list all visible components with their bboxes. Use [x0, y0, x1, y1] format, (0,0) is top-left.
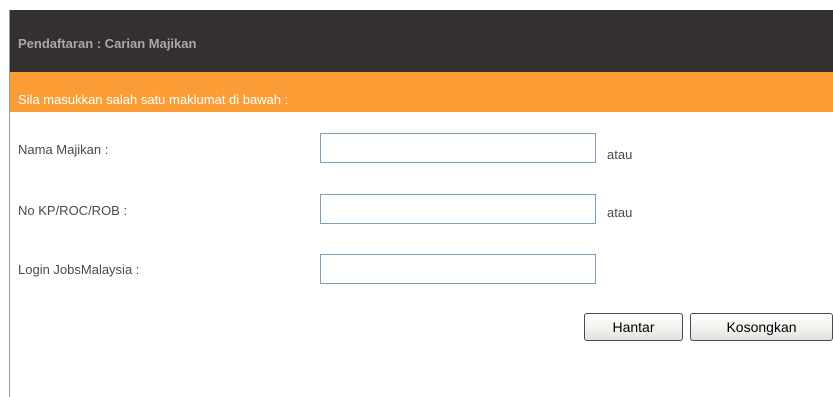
clear-button[interactable]: Kosongkan: [690, 313, 833, 341]
submit-button[interactable]: Hantar: [584, 313, 683, 341]
registration-number-label: No KP/ROC/ROB :: [18, 203, 128, 218]
jobsmalaysia-login-label: Login JobsMalaysia :: [18, 262, 140, 277]
employer-search-panel: Pendaftaran : Carian Majikan Sila masukk…: [0, 0, 833, 397]
registration-number-input[interactable]: [320, 194, 596, 224]
or-separator-1: atau: [607, 147, 633, 162]
jobsmalaysia-login-input[interactable]: [320, 254, 596, 284]
or-separator-2: atau: [607, 205, 633, 220]
employer-name-input[interactable]: [320, 133, 596, 163]
instruction-text: Sila masukkan salah satu maklumat di baw…: [18, 92, 289, 107]
employer-name-label: Nama Majikan :: [18, 142, 109, 157]
page-title: Pendaftaran : Carian Majikan: [18, 36, 197, 51]
